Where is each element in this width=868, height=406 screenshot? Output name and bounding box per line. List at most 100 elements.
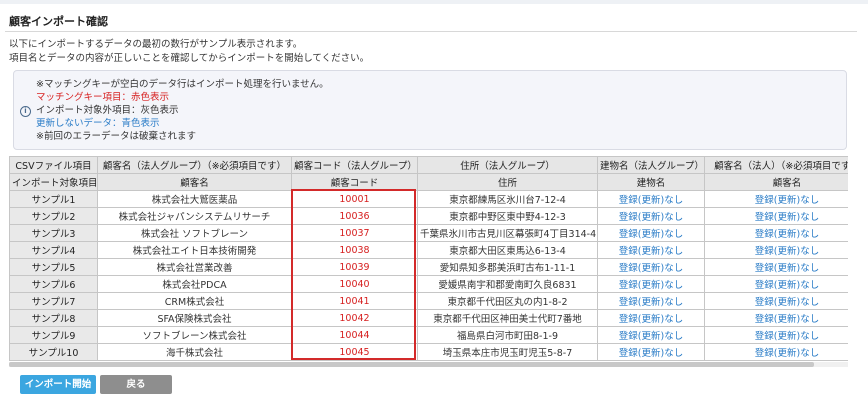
corp-name-cell[interactable]: 登録(更新)なし	[704, 326, 848, 344]
customer-code-cell: 10041	[291, 292, 418, 310]
horizontal-scrollbar[interactable]	[9, 362, 848, 367]
sample-label: サンプル1	[9, 190, 98, 208]
scrollbar-thumb[interactable]	[9, 362, 814, 367]
building-cell[interactable]: 登録(更新)なし	[597, 275, 705, 293]
table-row: サンプル8 SFA保険株式会社 10042 東京都千代田区神田美士代町7番地 登録(更新…	[9, 309, 848, 327]
address-cell: 東京都練馬区氷川台7-12-4	[417, 190, 598, 208]
intro-text: 以下にインポートするデータの最初の数行がサンプル表示されます。 項目名とデータの…	[9, 38, 369, 66]
building-cell[interactable]: 登録(更新)なし	[597, 326, 705, 344]
address-cell: 東京都千代田区丸の内1-8-2	[417, 292, 598, 310]
customer-name-cell: SFA保険株式会社	[97, 309, 292, 327]
customer-name-cell: 株式会社大鷲医薬品	[97, 190, 292, 208]
intro-line: 項目名とデータの内容が正しいことを確認してからインポートを開始してください。	[9, 53, 370, 64]
address-cell: 福島県白河市町田8-1-9	[417, 326, 598, 344]
column-header: 顧客名（法人グループ）（※必須項目です）	[97, 156, 292, 174]
import-start-button[interactable]: インポート開始	[20, 375, 96, 394]
corp-name-cell[interactable]: 登録(更新)なし	[704, 241, 848, 259]
title-divider	[5, 31, 857, 32]
customer-code-cell: 10038	[291, 241, 418, 259]
building-cell[interactable]: 登録(更新)なし	[597, 207, 705, 225]
corp-name-cell[interactable]: 登録(更新)なし	[704, 258, 848, 276]
customer-code-cell: 10042	[291, 309, 418, 327]
column-header: 建物名	[597, 173, 705, 191]
sample-label: サンプル6	[9, 275, 98, 293]
customer-code-cell: 10039	[291, 258, 418, 276]
column-header: 顧客名	[97, 173, 292, 191]
table-row: サンプル1 株式会社大鷲医薬品 10001 東京都練馬区氷川台7-12-4 登録(更新)…	[9, 190, 848, 208]
address-cell: 愛媛県南宇和郡愛南町久良6831	[417, 275, 598, 293]
customer-name-cell: ソフトブレーン株式会社	[97, 326, 292, 344]
sample-label: サンプル4	[9, 241, 98, 259]
building-cell[interactable]: 登録(更新)なし	[597, 190, 705, 208]
table-row: サンプル7 CRM株式会社 10041 東京都千代田区丸の内1-8-2 登録(更新)なし…	[9, 292, 848, 310]
corp-name-cell[interactable]: 登録(更新)なし	[704, 207, 848, 225]
corp-name-cell[interactable]: 登録(更新)なし	[704, 292, 848, 310]
customer-code-cell: 10040	[291, 275, 418, 293]
customer-name-cell: 株式会社ジャパンシステムリサーチ	[97, 207, 292, 225]
customer-name-cell: CRM株式会社	[97, 292, 292, 310]
table-row: サンプル3 株式会社 ソフトブレーン 10037 千葉県氷川市古見川区幕張町4丁目31…	[9, 224, 848, 242]
intro-line: 以下にインポートするデータの最初の数行がサンプル表示されます。	[9, 39, 303, 50]
column-header: 住所（法人グループ）	[417, 156, 598, 174]
address-cell: 愛知県知多郡美浜町古布1-11-1	[417, 258, 598, 276]
corp-name-cell[interactable]: 登録(更新)なし	[704, 275, 848, 293]
building-cell[interactable]: 登録(更新)なし	[597, 224, 705, 242]
table-row: サンプル10 海千株式会社 10045 埼玉県本庄市児玉町児玉5-8-7 登録(更新)な…	[9, 343, 848, 361]
customer-code-cell: 10044	[291, 326, 418, 344]
sample-table-container[interactable]: CSVファイル項目 顧客名（法人グループ）（※必須項目です） 顧客コード（法人グ…	[9, 156, 848, 362]
building-cell[interactable]: 登録(更新)なし	[597, 241, 705, 259]
column-header: 顧客名	[704, 173, 848, 191]
sample-label: サンプル5	[9, 258, 98, 276]
top-border	[0, 0, 868, 4]
corp-name-cell[interactable]: 登録(更新)なし	[704, 343, 848, 361]
target-header-row: インポート対象項目 顧客名 顧客コード 住所 建物名 顧客名	[9, 173, 848, 191]
column-header: CSVファイル項目	[9, 156, 98, 174]
address-cell: 埼玉県本庄市児玉町児玉5-8-7	[417, 343, 598, 361]
customer-code-cell: 10045	[291, 343, 418, 361]
table-row: サンプル4 株式会社エイト日本技術開発 10038 東京都大田区東馬込6-13-4 登録…	[9, 241, 848, 259]
column-header: 顧客コード	[291, 173, 418, 191]
customer-code-cell: 10037	[291, 224, 418, 242]
notice-no-update: 更新しないデータ：青色表示	[36, 118, 160, 129]
corp-name-cell[interactable]: 登録(更新)なし	[704, 190, 848, 208]
building-cell[interactable]: 登録(更新)なし	[597, 343, 705, 361]
column-header: 顧客名（法人）（※必須項目です）	[704, 156, 848, 174]
csv-header-row: CSVファイル項目 顧客名（法人グループ）（※必須項目です） 顧客コード（法人グ…	[9, 156, 848, 174]
notice-excluded: インポート対象外項目：灰色表示	[36, 105, 179, 116]
address-cell: 東京都大田区東馬込6-13-4	[417, 241, 598, 259]
page-title: 顧客インポート確認	[9, 15, 108, 28]
corp-name-cell[interactable]: 登録(更新)なし	[704, 309, 848, 327]
customer-name-cell: 株式会社PDCA	[97, 275, 292, 293]
sample-label: サンプル2	[9, 207, 98, 225]
sample-label: サンプル8	[9, 309, 98, 327]
table-row: サンプル5 株式会社営業改善 10039 愛知県知多郡美浜町古布1-11-1 登録(更新…	[9, 258, 848, 276]
notice-box: i ※マッチングキーが空白のデータ行はインポート処理を行いません。 マッチングキ…	[13, 70, 847, 150]
sample-table: CSVファイル項目 顧客名（法人グループ）（※必須項目です） 顧客コード（法人グ…	[9, 156, 848, 361]
building-cell[interactable]: 登録(更新)なし	[597, 258, 705, 276]
info-icon: i	[20, 106, 31, 117]
sample-label: サンプル10	[9, 343, 98, 361]
column-header: 顧客コード（法人グループ）	[291, 156, 418, 174]
address-cell: 千葉県氷川市古見川区幕張町4丁目314-4	[417, 224, 598, 242]
customer-code-cell: 10001	[291, 190, 418, 208]
customer-name-cell: 株式会社エイト日本技術開発	[97, 241, 292, 259]
column-header: 建物名（法人グループ）	[597, 156, 705, 174]
sample-label: サンプル9	[9, 326, 98, 344]
notice-line: ※マッチングキーが空白のデータ行はインポート処理を行いません。	[36, 79, 329, 90]
address-cell: 東京都中野区東中野4-12-3	[417, 207, 598, 225]
sample-label: サンプル7	[9, 292, 98, 310]
building-cell[interactable]: 登録(更新)なし	[597, 309, 705, 327]
sample-label: サンプル3	[9, 224, 98, 242]
customer-name-cell: 海千株式会社	[97, 343, 292, 361]
table-row: サンプル2 株式会社ジャパンシステムリサーチ 10036 東京都中野区東中野4-12-…	[9, 207, 848, 225]
notice-matching-key: マッチングキー項目：赤色表示	[36, 92, 170, 103]
column-header: インポート対象項目	[9, 173, 98, 191]
table-row: サンプル9 ソフトブレーン株式会社 10044 福島県白河市町田8-1-9 登録(更新)…	[9, 326, 848, 344]
customer-name-cell: 株式会社営業改善	[97, 258, 292, 276]
back-button[interactable]: 戻る	[100, 375, 172, 394]
address-cell: 東京都千代田区神田美士代町7番地	[417, 309, 598, 327]
customer-name-cell: 株式会社 ソフトブレーン	[97, 224, 292, 242]
corp-name-cell[interactable]: 登録(更新)なし	[704, 224, 848, 242]
building-cell[interactable]: 登録(更新)なし	[597, 292, 705, 310]
notice-line: ※前回のエラーデータは破棄されます	[36, 131, 196, 142]
